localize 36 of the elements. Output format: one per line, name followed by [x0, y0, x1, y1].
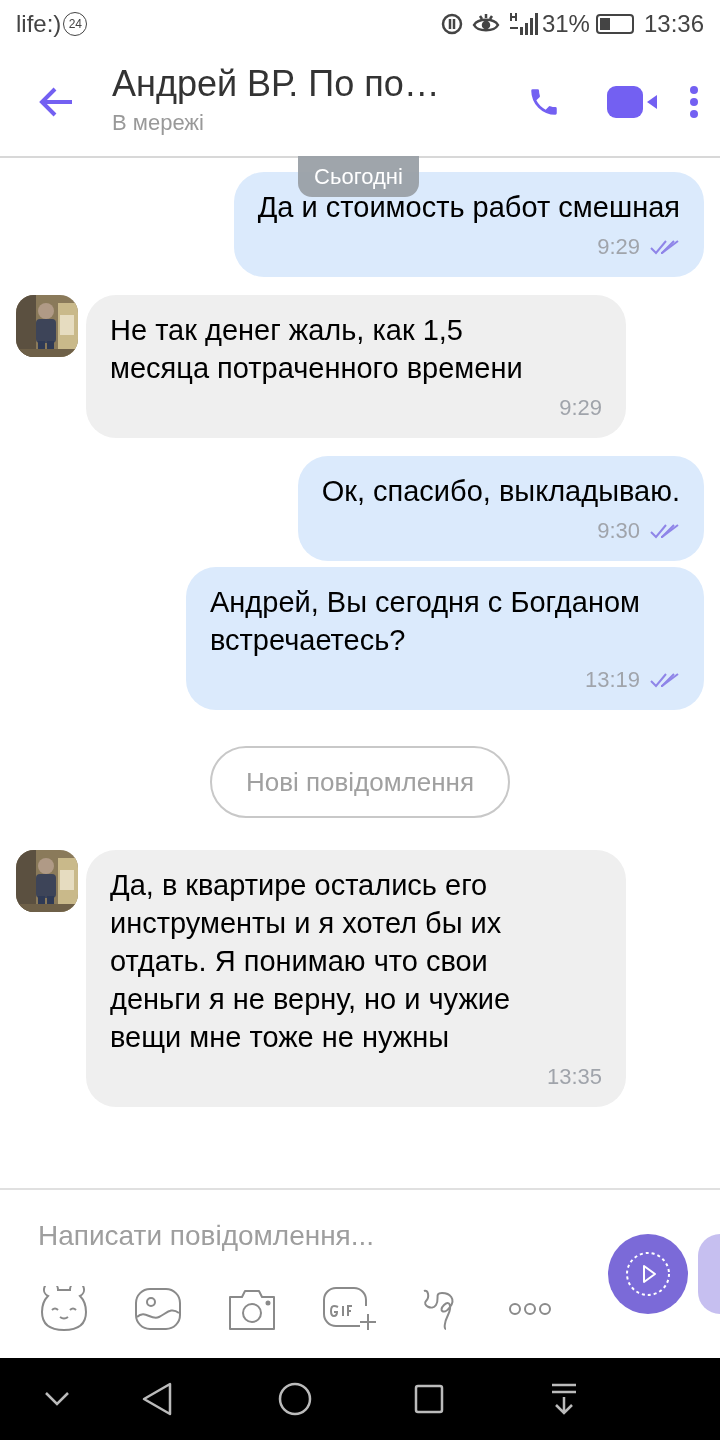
carrier-name: life:)	[16, 9, 62, 39]
gif-sticker-icon[interactable]	[322, 1286, 376, 1332]
message-text: Не так денег жаль, как 1,5 месяца потраченного времени	[110, 313, 524, 386]
message-input[interactable]: Написати повідомлення...	[38, 1214, 558, 1258]
signal-icon	[507, 11, 538, 37]
contact-name: Андрей ВР. По по…	[112, 61, 441, 106]
online-status: В мережі	[112, 108, 205, 137]
more-vertical-icon	[689, 85, 699, 119]
gallery-icon[interactable]	[134, 1287, 182, 1331]
back-icon[interactable]	[142, 1382, 172, 1416]
message-text: Да, в квартире остались его инструменты и я хотел бы их отдать. Я понимаю что свои деньги я не верну, но и чужие вещи мне тоже не нужны	[110, 868, 512, 1055]
clock: 13:36	[643, 9, 704, 39]
message-time: 9:29	[597, 233, 640, 261]
message-time: 13:19	[584, 666, 640, 694]
double-check-icon	[650, 671, 680, 688]
home-icon[interactable]	[278, 1382, 312, 1416]
more-horizontal-icon[interactable]	[508, 1302, 552, 1316]
double-check-icon	[650, 522, 680, 539]
double-check-icon	[650, 238, 680, 255]
new-messages-button[interactable]: Нові повідомлення	[209, 746, 511, 818]
bear-face-icon[interactable]	[38, 1286, 90, 1332]
play-icon	[625, 1251, 671, 1297]
date-badge: Сьогодні	[298, 156, 419, 197]
battery-percent: 31%	[541, 9, 590, 39]
camera-icon[interactable]	[226, 1287, 278, 1331]
message-time: 9:30	[597, 517, 640, 545]
back-arrow-icon	[38, 86, 74, 118]
battery-icon	[595, 14, 634, 34]
message-text: Ок, спасибо, выкладываю.	[321, 474, 680, 509]
chevron-down-icon[interactable]	[44, 1391, 70, 1407]
video-camera-icon	[607, 86, 659, 118]
message-time: 9:29	[559, 394, 602, 422]
notifications-pull-icon[interactable]	[550, 1383, 578, 1415]
recent-apps-icon[interactable]	[414, 1384, 444, 1414]
message-time: 13:35	[546, 1063, 602, 1091]
message-text: Андрей, Вы сегодня с Богданом встречаетесь?	[210, 585, 641, 658]
